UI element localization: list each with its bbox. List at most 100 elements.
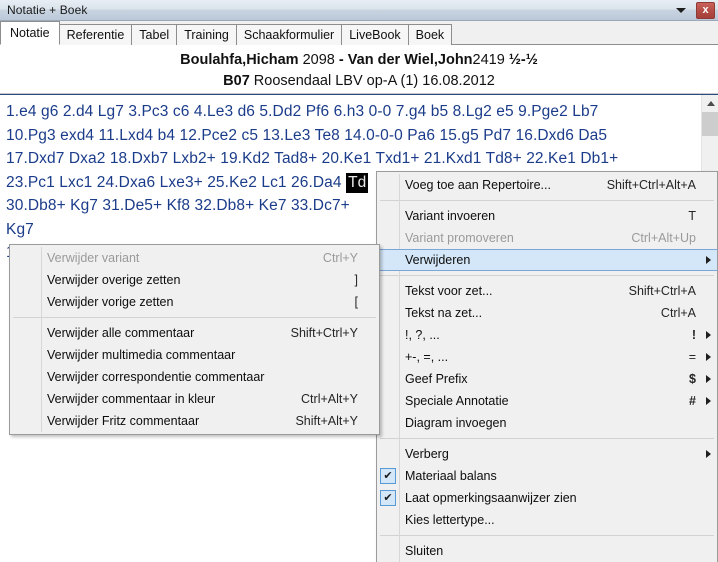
menu-item-verwijder-overige-zetten[interactable]: Verwijder overige zetten] bbox=[10, 269, 379, 291]
tab-boek[interactable]: Boek bbox=[408, 24, 453, 45]
menu-item-verwijderen[interactable]: Verwijderen bbox=[377, 249, 717, 271]
menu-item-verwijder-fritz-commentaar[interactable]: Verwijder Fritz commentaar Shift+Alt+Y bbox=[10, 410, 379, 432]
menu-item-speciale-annotatie[interactable]: Speciale Annotatie # bbox=[377, 390, 717, 412]
menu-item-shortcut: Shift+Ctrl+A bbox=[628, 284, 696, 298]
tab-tabel[interactable]: Tabel bbox=[132, 24, 178, 45]
menu-item-label: Verwijder variant bbox=[47, 251, 140, 265]
menu-item-gutter bbox=[377, 540, 399, 562]
menu-item-laat-opmerkingsaanwijzer-zien[interactable]: ✔ Laat opmerkingsaanwijzer zien bbox=[377, 487, 717, 509]
menu-item-kies-lettertype[interactable]: Kies lettertype... bbox=[377, 509, 717, 531]
menu-item-gutter bbox=[377, 249, 399, 271]
tab-schaakformulier[interactable]: Schaakformulier bbox=[236, 24, 343, 45]
menu-item-gutter bbox=[377, 227, 399, 249]
menu-item-voeg-toe-aan-repertoire[interactable]: Voeg toe aan Repertoire... Shift+Ctrl+Alt… bbox=[377, 174, 717, 196]
menu-item-gutter bbox=[377, 302, 399, 324]
tab-training[interactable]: Training bbox=[177, 24, 237, 45]
menu-item-label: Laat opmerkingsaanwijzer zien bbox=[405, 491, 577, 505]
white-player-elo: 2098 bbox=[302, 52, 335, 68]
app-window: Notatie + Boek x Notatie Referentie Tabel T… bbox=[0, 0, 718, 562]
checkbox-checked-icon: ✔ bbox=[377, 487, 399, 509]
menu-item-verwijder-multimedia-commentaar[interactable]: Verwijder multimedia commentaar bbox=[10, 344, 379, 366]
tab-label: Notatie bbox=[10, 26, 50, 40]
menu-item-label: Verberg bbox=[405, 447, 449, 461]
selected-move[interactable]: Td bbox=[346, 172, 369, 193]
chevron-down-icon[interactable] bbox=[672, 0, 690, 20]
menu-item-verwijder-vorige-zetten[interactable]: Verwijder vorige zetten [ bbox=[10, 291, 379, 313]
menu-item-label: Verwijder correspondentie commentaar bbox=[47, 370, 265, 384]
notation-line: 10.Pg3 exd4 11.Lxd4 b4 12.Pce2 c5 13.Le3… bbox=[6, 126, 608, 144]
menu-item-shortcut: Shift+Ctrl+Y bbox=[290, 326, 358, 340]
menu-item-label: Materiaal balans bbox=[405, 469, 497, 483]
menu-separator bbox=[380, 275, 714, 276]
tab-strip: Notatie Referentie Tabel Training Schaakform… bbox=[0, 21, 718, 45]
menu-separator bbox=[380, 438, 714, 439]
menu-item-label: Verwijder multimedia commentaar bbox=[47, 348, 236, 362]
menu-item-label: Geef Prefix bbox=[405, 372, 468, 386]
menu-item-shortcut: Ctrl+A bbox=[660, 306, 696, 320]
submenu-arrow-icon bbox=[703, 256, 717, 264]
menu-item-shortcut: ] bbox=[354, 273, 358, 287]
menu-item-sluiten[interactable]: Sluiten bbox=[377, 540, 717, 562]
game-header-event: B07 Roosendaal LBV op-A (1) 16.08.2012 bbox=[0, 71, 718, 92]
tab-label: Boek bbox=[415, 28, 445, 42]
menu-item-verberg[interactable]: Verberg bbox=[377, 443, 717, 465]
tab-notatie[interactable]: Notatie bbox=[0, 21, 60, 45]
menu-item-label: Kies lettertype... bbox=[405, 513, 495, 527]
menu-item-variant-invoeren[interactable]: Variant invoeren T bbox=[377, 205, 717, 227]
menu-item-gutter bbox=[10, 322, 38, 344]
eco-code: B07 bbox=[223, 73, 250, 89]
menu-item-shortcut: Shift+Alt+Y bbox=[295, 414, 358, 428]
menu-item-label: Diagram invoegen bbox=[405, 416, 507, 430]
submenu-arrow-icon bbox=[703, 375, 717, 383]
menu-item-gutter bbox=[10, 269, 38, 291]
menu-item-gutter bbox=[10, 247, 38, 269]
menu-item-gutter bbox=[377, 346, 399, 368]
menu-item-gutter bbox=[377, 280, 399, 302]
game-header: Boulahfa,Hicham 2098 - Van der Wiel,John… bbox=[0, 45, 718, 94]
menu-item-label: Tekst voor zet... bbox=[405, 284, 493, 298]
menu-item-diagram-invoegen[interactable]: Diagram invoegen bbox=[377, 412, 717, 434]
tab-label: LiveBook bbox=[349, 28, 401, 42]
menu-item-variant-promoveren: Variant promoveren Ctrl+Alt+Up bbox=[377, 227, 717, 249]
menu-item-label: Variant promoveren bbox=[405, 231, 514, 245]
menu-item-shortcut: Ctrl+Y bbox=[322, 251, 358, 265]
menu-item-label: Verwijder vorige zetten bbox=[47, 295, 174, 309]
menu-item-shortcut: $ bbox=[689, 372, 696, 386]
scrollbar-thumb[interactable] bbox=[702, 112, 718, 136]
game-header-players: Boulahfa,Hicham 2098 - Van der Wiel,John… bbox=[0, 49, 718, 71]
menu-item-tekst-na-zet[interactable]: Tekst na zet... Ctrl+A bbox=[377, 302, 717, 324]
game-result: ½-½ bbox=[508, 52, 538, 68]
menu-item-verwijder-correspondentie-commentaar[interactable]: Verwijder correspondentie commentaar bbox=[10, 366, 379, 388]
menu-separator bbox=[13, 317, 376, 318]
window-title-bar: Notatie + Boek x bbox=[0, 0, 718, 21]
menu-item-label: Verwijder overige zetten bbox=[47, 273, 181, 287]
menu-item-geef-prefix[interactable]: Geef Prefix $ bbox=[377, 368, 717, 390]
menu-item-tekst-voor-zet[interactable]: Tekst voor zet... Shift+Ctrl+A bbox=[377, 280, 717, 302]
menu-item-verwijder-alle-commentaar[interactable]: Verwijder alle commentaar Shift+Ctrl+Y bbox=[10, 322, 379, 344]
menu-item-[interactable]: !, ?, ...! bbox=[377, 324, 717, 346]
chevron-up-icon[interactable] bbox=[702, 95, 718, 112]
menu-item-gutter bbox=[10, 388, 38, 410]
menu-item-verwijder-commentaar-in-kleur[interactable]: Verwijder commentaar in kleur Ctrl+Alt+Y bbox=[10, 388, 379, 410]
notation-line: 1.e4 g6 2.d4 Lg7 3.Pc3 c6 4.Le3 d6 5.Dd2… bbox=[6, 103, 599, 120]
menu-item-label: Speciale Annotatie bbox=[405, 394, 509, 408]
menu-item-gutter bbox=[377, 324, 399, 346]
verwijderen-submenu: Verwijder variant Ctrl+Y Verwijder overige… bbox=[9, 244, 380, 435]
event-name: Roosendaal LBV op-A (1) 16.08.2012 bbox=[253, 73, 495, 89]
menu-item-[interactable]: +-, =, ... = bbox=[377, 346, 717, 368]
window-title: Notatie + Boek bbox=[7, 3, 88, 17]
menu-item-materiaal-balans[interactable]: ✔ Materiaal balans bbox=[377, 465, 717, 487]
tab-referentie[interactable]: Referentie bbox=[59, 24, 133, 45]
menu-item-gutter bbox=[10, 344, 38, 366]
menu-item-label: Sluiten bbox=[405, 544, 444, 558]
notation-line: 17.Dxd7 Dxa2 18.Dxb7 Lxb2+ 19.Kd2 Tad8+ … bbox=[6, 150, 619, 167]
menu-separator bbox=[380, 200, 714, 201]
menu-item-shortcut: [ bbox=[354, 295, 358, 309]
close-icon[interactable]: x bbox=[696, 1, 715, 19]
player-separator: - bbox=[338, 52, 344, 68]
tab-livebook[interactable]: LiveBook bbox=[342, 24, 409, 45]
tab-label: Tabel bbox=[139, 28, 170, 42]
tab-label: Training bbox=[184, 28, 229, 42]
black-player-elo: 2419 bbox=[472, 52, 505, 68]
checkbox-checked-icon: ✔ bbox=[377, 465, 399, 487]
